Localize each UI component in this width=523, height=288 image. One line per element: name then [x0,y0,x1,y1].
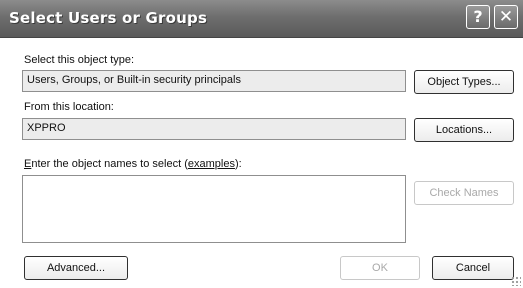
title-bar[interactable]: Select Users or Groups ? ✕ [0,0,523,38]
locations-button[interactable]: Locations... [414,118,514,142]
object-names-label-text: nter the object names to select ( [31,158,188,170]
location-field: XPPRO [22,118,406,140]
help-icon[interactable]: ? [466,5,490,29]
cancel-button[interactable]: Cancel [432,256,514,280]
object-names-label: Enter the object names to select (exampl… [24,158,242,170]
object-names-label-suffix: ): [234,158,242,170]
object-type-label: Select this object type: [24,54,135,66]
object-type-field: Users, Groups, or Built-in security prin… [22,70,406,92]
check-names-button[interactable]: Check Names [414,181,514,205]
advanced-button[interactable]: Advanced... [24,256,128,280]
examples-link[interactable]: examples [188,158,235,170]
dialog-title: Select Users or Groups [9,9,208,27]
select-users-dialog: Select Users or Groups ? ✕ Select this o… [0,0,523,288]
location-label: From this location: [24,101,114,113]
dialog-body: Select this object type: Users, Groups, … [0,38,523,288]
close-icon[interactable]: ✕ [494,5,518,29]
ok-button[interactable]: OK [340,256,420,280]
resize-grip-icon[interactable] [511,276,521,286]
object-types-button[interactable]: Object Types... [414,70,514,94]
object-names-input[interactable] [22,175,406,243]
